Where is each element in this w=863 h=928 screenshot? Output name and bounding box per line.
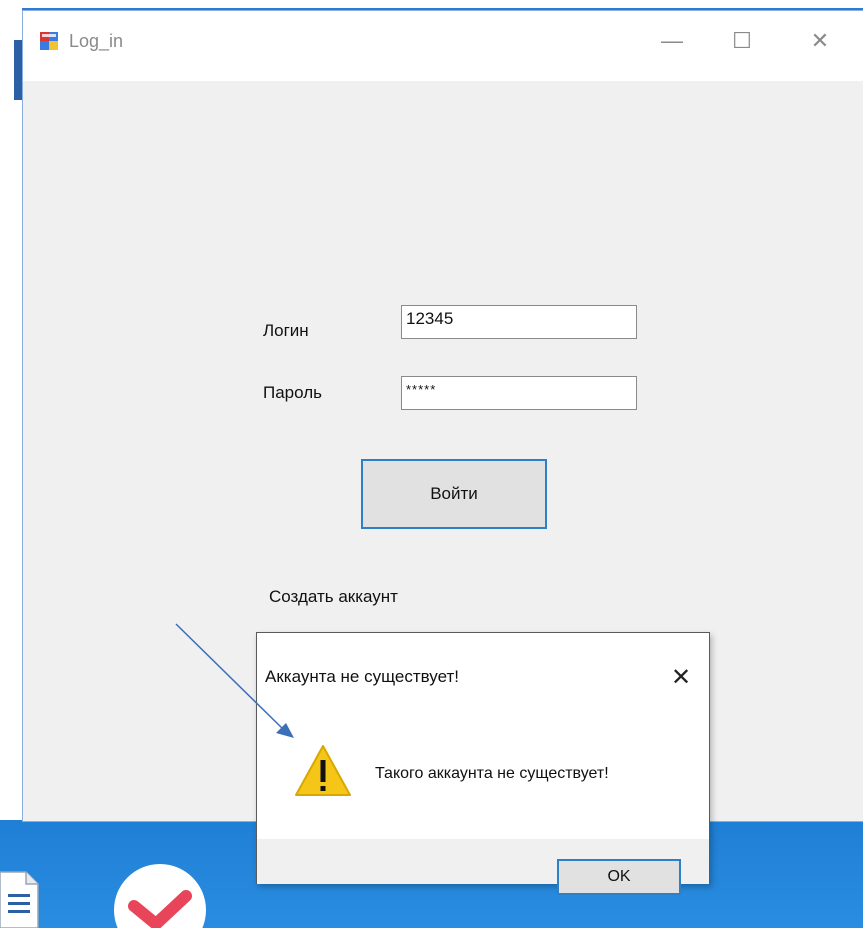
window-title: Log_in xyxy=(69,31,124,51)
dialog-message: Такого аккаунта не существует! xyxy=(375,765,609,782)
login-label: Логин xyxy=(263,321,309,340)
document-icon[interactable] xyxy=(0,868,42,928)
background-window-edge xyxy=(14,40,22,100)
password-input[interactable]: ***** xyxy=(401,376,637,410)
dialog-title: Аккаунта не существует! xyxy=(265,667,459,686)
maximize-button[interactable]: ☐ xyxy=(719,23,765,59)
close-button[interactable]: ✕ xyxy=(797,23,843,59)
app-icon xyxy=(40,32,58,50)
login-button[interactable]: Войти xyxy=(361,459,547,529)
ok-button[interactable]: OK xyxy=(557,859,681,895)
warning-icon xyxy=(295,745,351,796)
password-label: Пароль xyxy=(263,383,322,402)
error-dialog: Аккаунта не существует! ✕ Такого аккаунт… xyxy=(256,632,710,895)
create-account-link[interactable]: Создать аккаунт xyxy=(269,587,398,607)
dialog-footer: OK xyxy=(257,839,709,895)
check-app-icon[interactable] xyxy=(112,862,208,928)
login-input[interactable]: 12345 xyxy=(401,305,637,339)
window-titlebar: Log_in — ☐ ✕ xyxy=(23,11,863,81)
dialog-close-button[interactable]: ✕ xyxy=(671,663,691,692)
minimize-button[interactable]: — xyxy=(649,23,695,59)
desktop-left-edge xyxy=(0,0,22,820)
